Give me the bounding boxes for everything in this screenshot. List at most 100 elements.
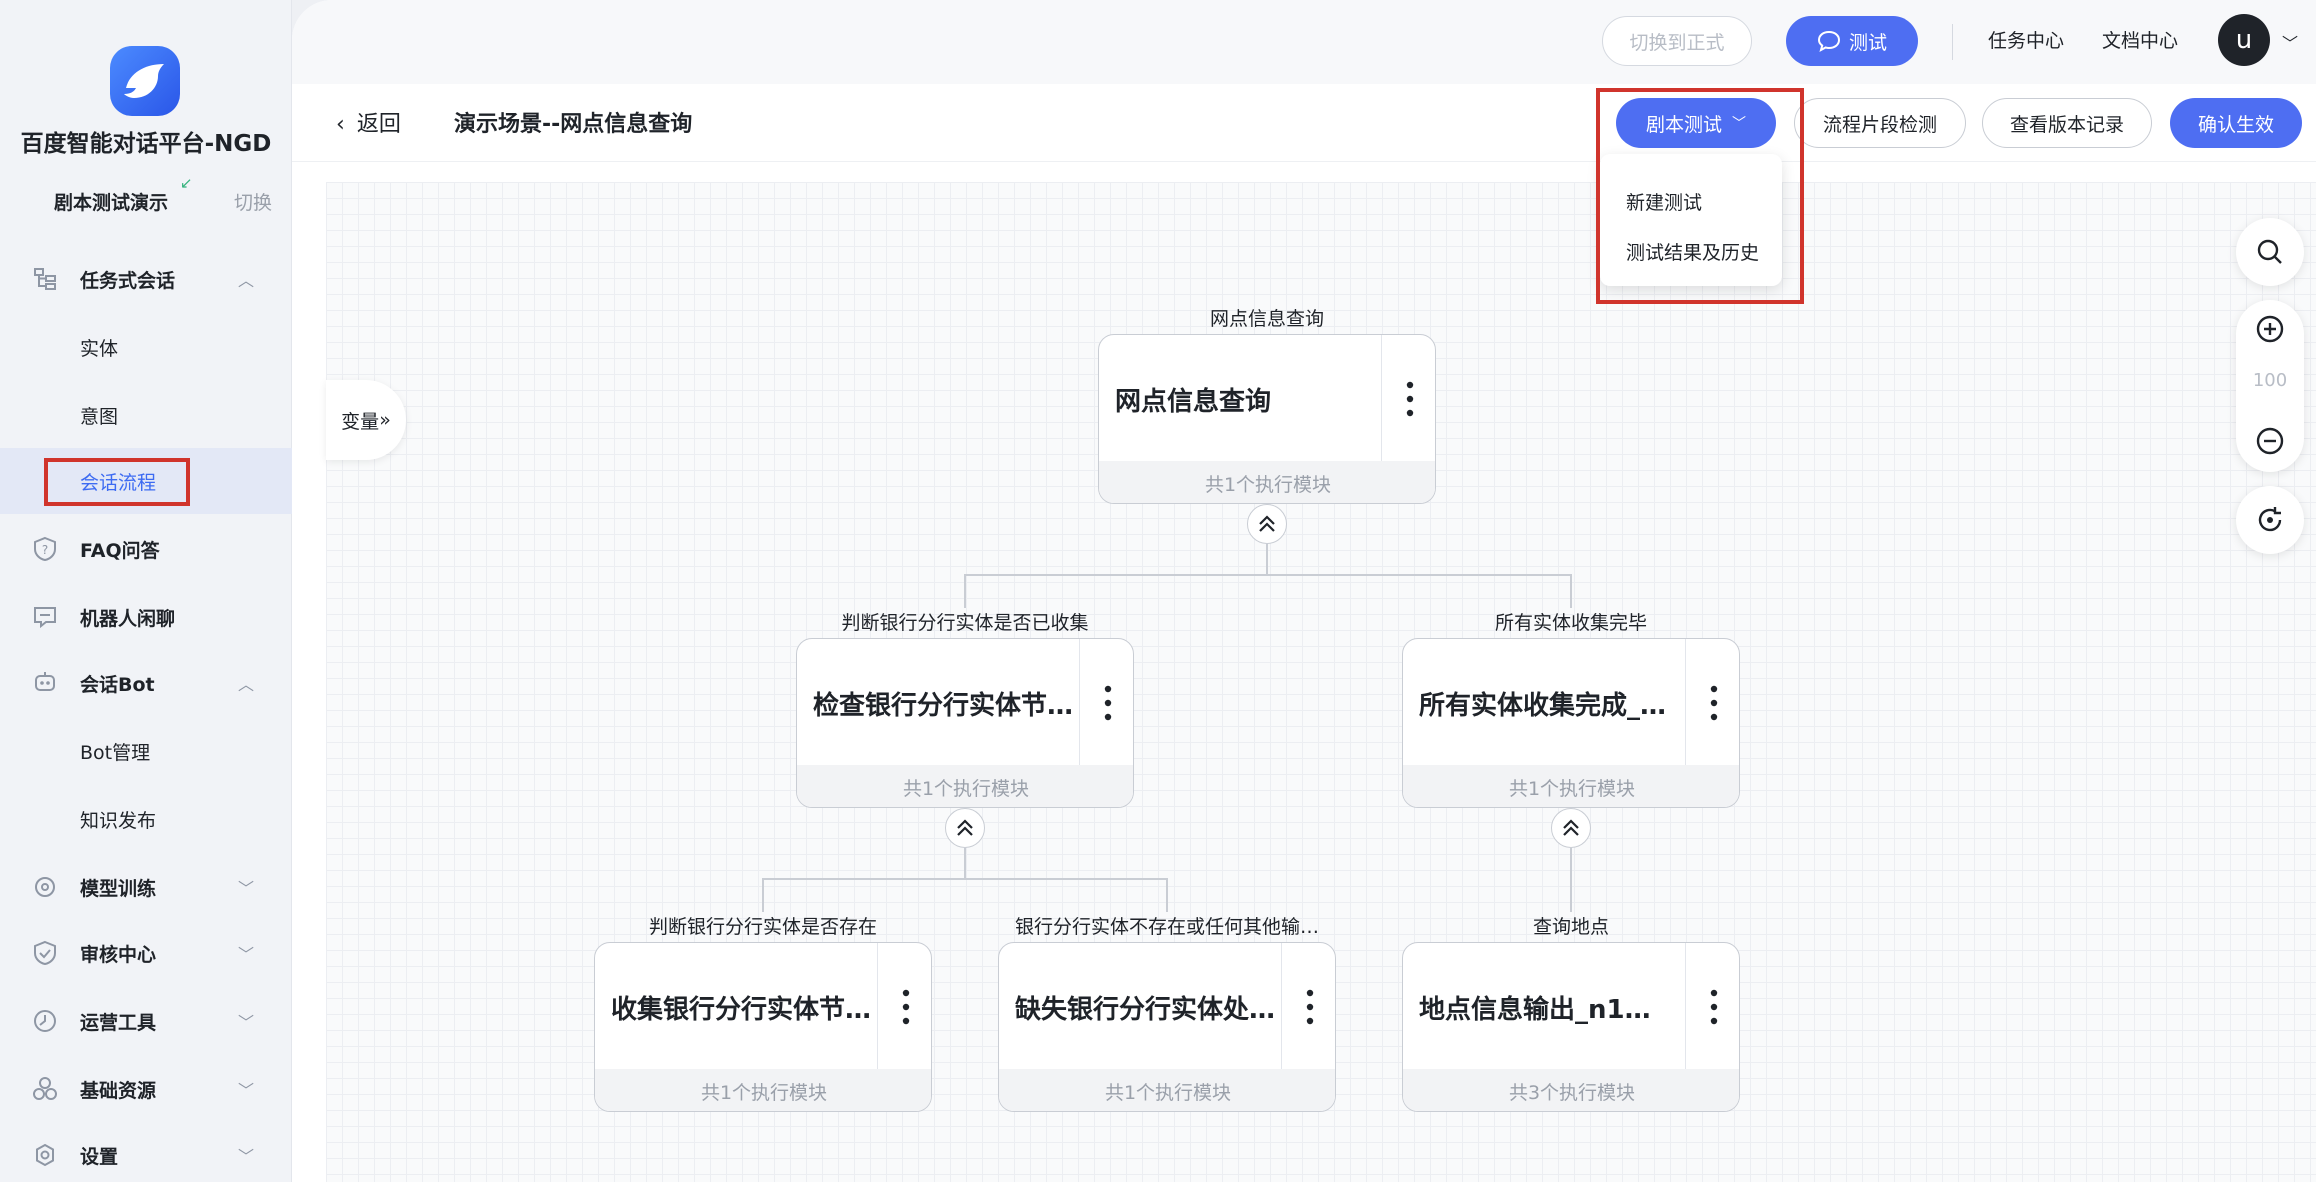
variables-label: 变量 (341, 410, 380, 433)
node-name: 缺失银行分行实体处… (1015, 995, 1276, 1025)
flow-check-button[interactable]: 流程片段检测 (1794, 98, 1966, 148)
clock-tool-icon (30, 1006, 60, 1036)
menu-faq[interactable]: ? FAQ问答 (0, 516, 292, 582)
more-vertical-icon[interactable] (1699, 983, 1729, 1031)
search-icon (2257, 239, 2282, 264)
flow-node-root[interactable]: 网点信息查询 共1个执行模块 (1098, 334, 1436, 504)
node-label-collect-branch: 判断银行分行实体是否存在 (648, 916, 877, 938)
flow-node-missing-branch[interactable]: 缺失银行分行实体处… 共1个执行模块 (998, 942, 1336, 1112)
chevron-down-icon: ﹀ (238, 1081, 255, 1100)
node-footer: 共1个执行模块 (1403, 765, 1739, 807)
menu-bot[interactable]: 会话Bot ︿ (0, 650, 292, 716)
chevron-up-icon: ︿ (238, 675, 255, 694)
plus-circle-icon (2256, 315, 2284, 343)
version-history-button[interactable]: 查看版本记录 (1982, 98, 2152, 148)
flow-node-check-branch[interactable]: 检查银行分行实体节… 共1个执行模块 (796, 638, 1134, 808)
reset-view-button[interactable] (2236, 486, 2304, 554)
node-label-check-branch: 判断银行分行实体是否已收集 (841, 612, 1089, 634)
variables-tab[interactable]: 变量» (326, 380, 406, 460)
node-name: 收集银行分行实体节… (611, 995, 872, 1025)
menu-model-train[interactable]: 模型训练 ﹀ (0, 854, 292, 920)
double-chevron-up-icon (1563, 819, 1579, 836)
menu-chitchat[interactable]: 机器人闲聊 (0, 584, 292, 650)
minus-circle-icon (2256, 427, 2284, 455)
menu-bot-manage[interactable]: Bot管理 (0, 718, 292, 784)
collapse-button[interactable] (1551, 808, 1591, 848)
menu-label: 实体 (80, 337, 119, 360)
menu-label: 会话Bot (80, 673, 155, 696)
menu-intent[interactable]: 意图 (0, 382, 292, 448)
back-label: 返回 (356, 112, 401, 137)
more-vertical-icon[interactable] (1295, 983, 1325, 1031)
menu-task-dialog[interactable]: 任务式会话 ︿ (0, 246, 292, 312)
chat-bubble-icon (30, 602, 60, 632)
node-name: 所有实体收集完成_… (1419, 691, 1667, 721)
menu-entity[interactable]: 实体 (0, 314, 292, 380)
menu-knowledge-publish[interactable]: 知识发布 (0, 786, 292, 852)
search-tool-button[interactable] (2236, 218, 2304, 286)
tree-structure-icon (30, 264, 60, 294)
highlight-box-dialog-flow (44, 458, 190, 506)
more-vertical-icon[interactable] (1699, 679, 1729, 727)
zoom-out-button[interactable] (2255, 426, 2285, 460)
menu-label: 模型训练 (80, 877, 157, 900)
confirm-button[interactable]: 确认生效 (2170, 98, 2302, 148)
page-title: 演示场景--网点信息查询 (454, 112, 693, 137)
menu-label: FAQ问答 (80, 539, 160, 562)
question-shield-icon: ? (30, 534, 60, 564)
connector-line (1570, 848, 1572, 912)
chevron-down-icon[interactable]: ﹀ (2282, 30, 2298, 54)
node-name: 地点信息输出_n1… (1419, 995, 1651, 1025)
test-button[interactable]: 测试 (1786, 16, 1918, 66)
flow-node-all-collected[interactable]: 所有实体收集完成_… 共1个执行模块 (1402, 638, 1740, 808)
node-footer: 共3个执行模块 (1403, 1069, 1739, 1111)
node-label-all-collected: 所有实体收集完毕 (1494, 612, 1647, 634)
menu-label: 基础资源 (80, 1079, 157, 1102)
bird-logo-icon (124, 64, 164, 98)
scene-status-icon: ↙ (180, 174, 193, 192)
menu-label: 知识发布 (80, 809, 157, 832)
node-footer: 共1个执行模块 (999, 1069, 1335, 1111)
connector-line (964, 574, 966, 608)
node-divider (1281, 943, 1282, 1069)
more-vertical-icon[interactable] (1093, 679, 1123, 727)
connector-line (762, 878, 1168, 880)
top-bar: 切换到正式 测试 任务中心 文档中心 u ﹀ (292, 0, 2316, 84)
chevron-down-icon: ﹀ (238, 945, 255, 964)
node-divider (877, 943, 878, 1069)
menu-label: Bot管理 (80, 741, 151, 764)
zoom-controls: 100 (2236, 300, 2304, 472)
chevron-up-icon: ︿ (238, 271, 255, 290)
menu-label: 意图 (80, 405, 119, 428)
zoom-in-button[interactable] (2255, 314, 2285, 348)
robot-icon (30, 668, 60, 698)
user-avatar[interactable]: u (2218, 14, 2270, 66)
menu-review[interactable]: 审核中心 ﹀ (0, 920, 292, 986)
node-divider (1381, 335, 1382, 461)
more-vertical-icon[interactable] (1395, 375, 1425, 423)
menu-label: 运营工具 (80, 1011, 157, 1034)
flow-node-collect-branch[interactable]: 收集银行分行实体节… 共1个执行模块 (594, 942, 932, 1112)
switch-to-formal-button[interactable]: 切换到正式 (1602, 16, 1752, 66)
flow-node-location-output[interactable]: 地点信息输出_n1… 共3个执行模块 (1402, 942, 1740, 1112)
back-button[interactable]: ‹ 返回 (336, 106, 401, 138)
node-footer: 共1个执行模块 (797, 765, 1133, 807)
more-vertical-icon[interactable] (891, 983, 921, 1031)
connector-line (964, 574, 1572, 576)
reset-icon (2258, 507, 2282, 532)
collapse-button[interactable] (1247, 504, 1287, 544)
task-center-link[interactable]: 任务中心 (1988, 26, 2064, 53)
menu-base-resources[interactable]: 基础资源 ﹀ (0, 1056, 292, 1122)
svg-text:?: ? (42, 543, 48, 557)
menu-label: 审核中心 (80, 943, 157, 966)
doc-center-link[interactable]: 文档中心 (2102, 26, 2178, 53)
scene-name[interactable]: 剧本测试演示 (54, 188, 168, 215)
node-label-missing-branch: 银行分行实体不存在或任何其他输… (1014, 916, 1319, 938)
menu-settings[interactable]: 设置 ﹀ (0, 1122, 292, 1182)
switch-scene-button[interactable]: 切换 (234, 188, 272, 215)
chevron-down-icon: ﹀ (238, 1013, 255, 1032)
chat-icon (1817, 30, 1840, 52)
collapse-button[interactable] (945, 808, 985, 848)
menu-ops-tools[interactable]: 运营工具 ﹀ (0, 988, 292, 1054)
connector-line (762, 878, 764, 912)
